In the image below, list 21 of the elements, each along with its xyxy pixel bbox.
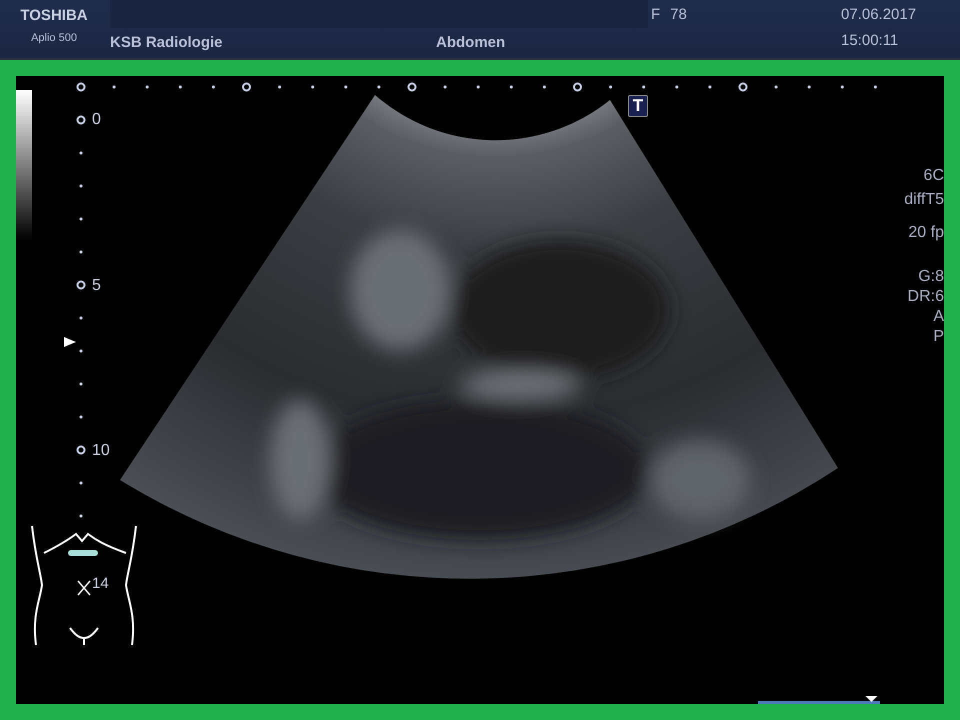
- institution-name: KSB Radiologie: [110, 34, 224, 51]
- scan-parameter: 20 fp: [908, 224, 944, 242]
- model-name: Aplio 500: [31, 32, 77, 44]
- focus-marker-icon: [64, 337, 76, 347]
- exam-time: 15:00:11: [841, 32, 900, 49]
- exam-date: 07.06.2017: [841, 6, 916, 23]
- depth-label: 0: [92, 111, 101, 129]
- scan-parameter: DR:6: [908, 288, 944, 306]
- scan-parameter: 6C: [924, 167, 944, 185]
- brand-logo: TOSHIBA: [20, 7, 88, 24]
- depth-label: 5: [92, 277, 101, 295]
- text-tag-icon: T: [628, 95, 648, 117]
- body-marker-label: 14: [92, 575, 109, 593]
- scan-parameter: P: [933, 328, 944, 346]
- scan-parameter: diffT5: [904, 191, 944, 209]
- patient-sex: F: [651, 6, 660, 25]
- depth-label: 10: [92, 442, 110, 460]
- scan-parameter: G:8: [918, 268, 944, 286]
- exam-name: Abdomen: [436, 34, 506, 51]
- scan-parameter: A: [933, 308, 944, 326]
- patient-age: 78: [670, 6, 687, 25]
